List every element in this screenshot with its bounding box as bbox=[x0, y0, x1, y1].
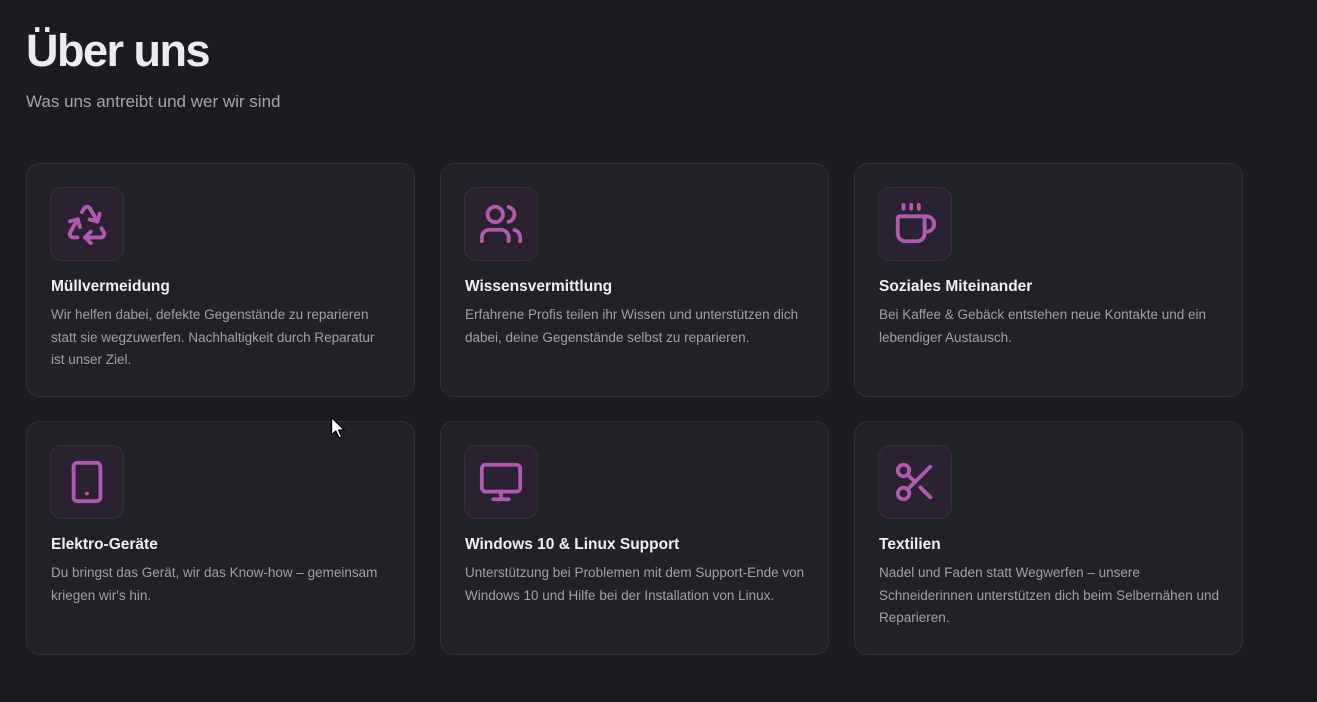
feature-card-muellvermeidung: Müllvermeidung Wir helfen dabei, defekte… bbox=[26, 163, 415, 397]
feature-grid: Müllvermeidung Wir helfen dabei, defekte… bbox=[26, 163, 1243, 655]
card-title: Windows 10 & Linux Support bbox=[465, 536, 680, 553]
recycle-icon bbox=[50, 187, 124, 261]
feature-card-elektro-geraete: Elektro-Geräte Du bringst das Gerät, wir… bbox=[26, 421, 415, 655]
card-title: Müllvermeidung bbox=[51, 278, 170, 295]
mouse-pointer-icon bbox=[330, 416, 346, 439]
page-title: Über uns bbox=[26, 25, 211, 76]
page-subtitle: Was uns antreibt und wer wir sind bbox=[26, 92, 281, 111]
card-title: Wissensvermittlung bbox=[465, 278, 613, 295]
feature-card-windows-linux-support: Windows 10 & Linux Support Unterstützung… bbox=[440, 421, 829, 655]
card-description: Erfahrene Profis teilen ihr Wissen und u… bbox=[465, 307, 799, 345]
card-title: Soziales Miteinander bbox=[879, 278, 1033, 295]
tablet-icon bbox=[50, 445, 124, 519]
feature-card-wissensvermittlung: Wissensvermittlung Erfahrene Profis teil… bbox=[440, 163, 829, 397]
card-title: Textilien bbox=[879, 536, 941, 553]
users-icon bbox=[464, 187, 538, 261]
feature-card-textilien: Textilien Nadel und Faden statt Wegwerfe… bbox=[854, 421, 1243, 655]
card-description: Unterstützung bei Problemen mit dem Supp… bbox=[465, 565, 805, 603]
card-description: Bei Kaffee & Gebäck entstehen neue Konta… bbox=[879, 307, 1206, 345]
coffee-cup-icon bbox=[878, 187, 952, 261]
monitor-icon bbox=[464, 445, 538, 519]
card-description: Wir helfen dabei, defekte Gegenstände zu… bbox=[51, 307, 375, 368]
feature-card-soziales-miteinander: Soziales Miteinander Bei Kaffee & Gebäck… bbox=[854, 163, 1243, 397]
card-description: Du bringst das Gerät, wir das Know-how –… bbox=[51, 565, 378, 603]
card-title: Elektro-Geräte bbox=[51, 536, 158, 553]
scissors-icon bbox=[878, 445, 952, 519]
card-description: Nadel und Faden statt Wegwerfen – unsere… bbox=[879, 565, 1219, 626]
about-page: Über uns Was uns antreibt und wer wir si… bbox=[0, 0, 1317, 702]
